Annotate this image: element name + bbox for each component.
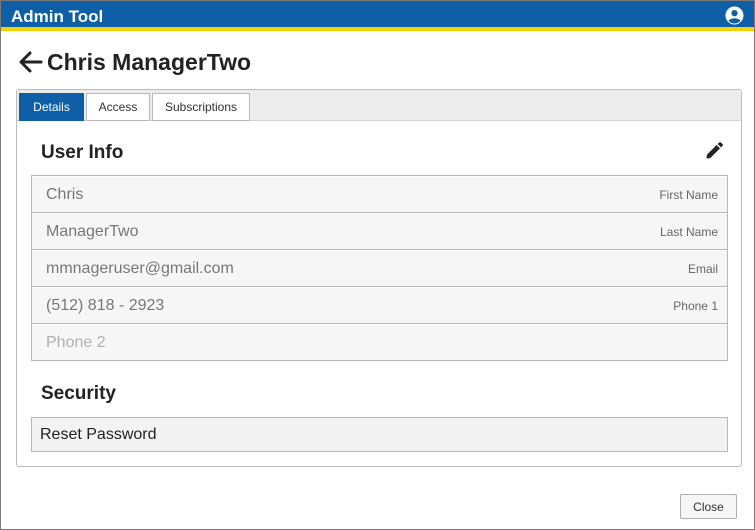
phone-2-field[interactable]: Phone 2 [31,323,728,361]
details-panel: Details Access Subscriptions User Info C… [16,89,742,467]
phone-2-placeholder: Phone 2 [46,334,106,351]
first-name-value: Chris [46,186,84,203]
tab-subscriptions[interactable]: Subscriptions [152,93,250,121]
email-field[interactable]: mmnageruser@gmail.com Email [31,249,728,287]
last-name-value: ManagerTwo [46,223,139,240]
first-name-field[interactable]: Chris First Name [31,175,728,213]
phone-1-value: (512) 818 - 2923 [46,297,165,314]
last-name-label: Last Name [659,225,718,239]
phone-1-field[interactable]: (512) 818 - 2923 Phone 1 [31,286,728,324]
security-heading: Security [41,383,116,404]
user-circle-icon[interactable] [725,6,744,25]
tab-strip: Details Access Subscriptions [17,90,741,121]
page-header: Chris ManagerTwo [19,47,251,77]
tab-access[interactable]: Access [86,93,150,121]
page-title: Chris ManagerTwo [47,48,252,75]
first-name-label: First Name [659,188,718,202]
admin-tool-window: Admin Tool Chris ManagerTwo Details Acce… [0,0,755,530]
email-label: Email [687,262,718,276]
email-value: mmnageruser@gmail.com [46,260,234,277]
pencil-icon[interactable] [703,142,723,162]
tab-details[interactable]: Details [19,93,84,121]
reset-password-button[interactable]: Reset Password [31,417,728,452]
app-title: Admin Tool [11,7,104,26]
arrow-left-icon[interactable] [19,51,43,73]
user-info-heading: User Info [41,142,124,163]
title-bar: Admin Tool [1,1,754,31]
close-button[interactable]: Close [680,494,737,519]
user-info-fields: Chris First Name ManagerTwo Last Name mm… [31,175,728,361]
phone-1-label: Phone 1 [673,299,718,313]
last-name-field[interactable]: ManagerTwo Last Name [31,212,728,250]
